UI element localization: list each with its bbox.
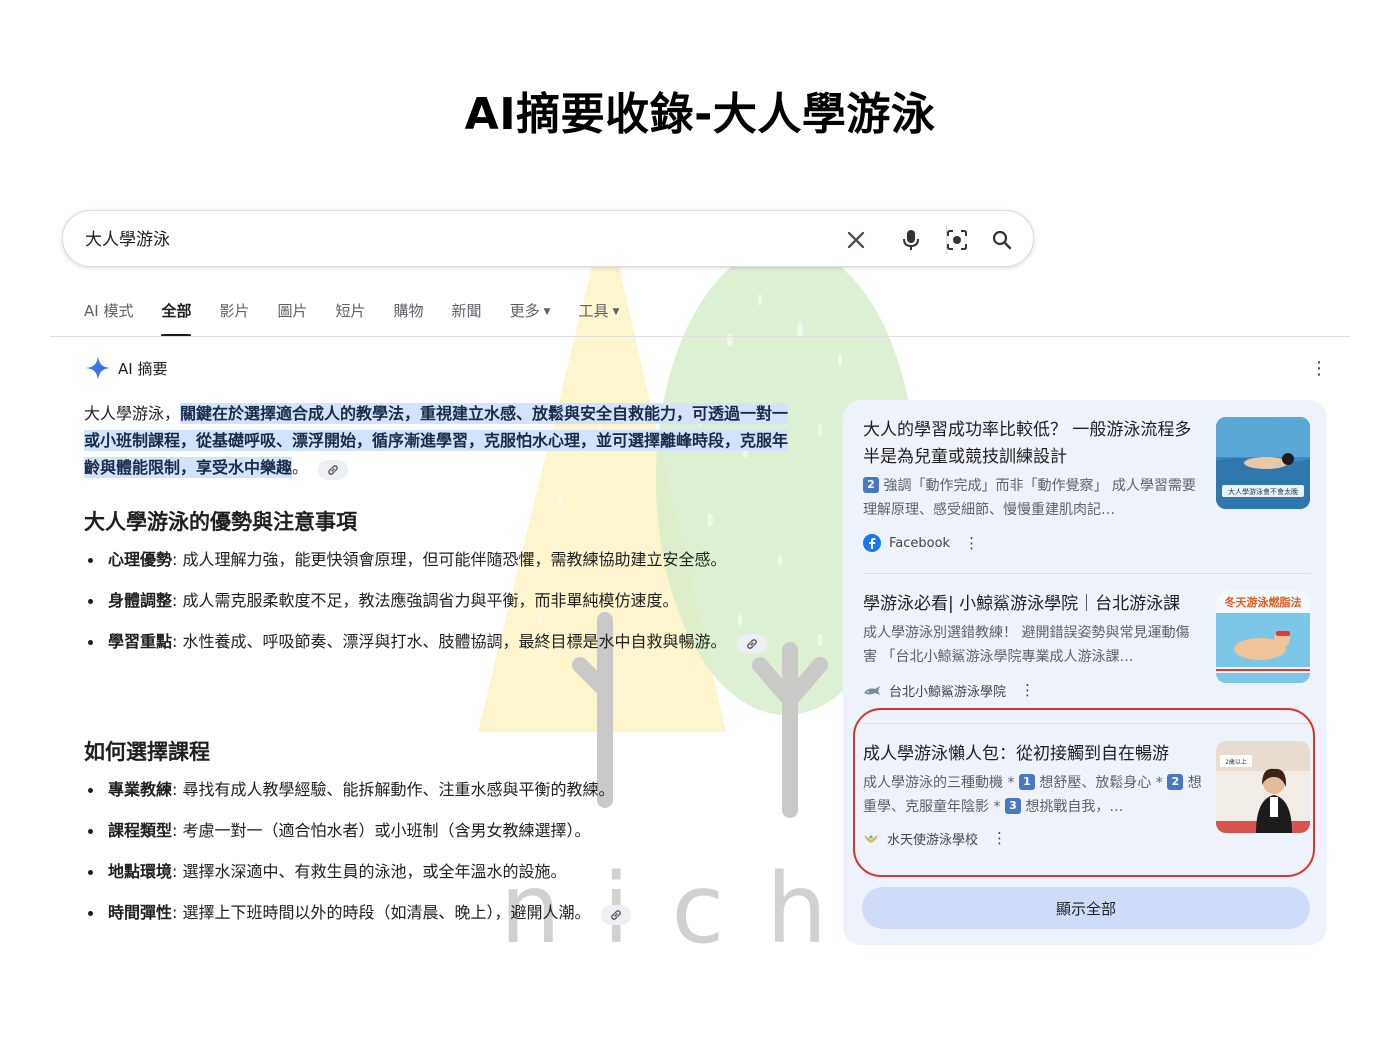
list-item-term: 心理優勢 <box>108 550 173 569</box>
source-card-snippet: 成人學游泳別選錯教練！ 避開錯誤姿勢與常見運動傷害 「台北小鯨鯊游泳學院專業成人… <box>863 625 1190 665</box>
source-thumbnail: 大人學游泳會不會太晚 <box>1216 417 1310 509</box>
source-card-title: 學游泳必看| 小鯨鯊游泳學院｜台北游泳課 <box>863 594 1181 614</box>
card-divider <box>863 573 1311 574</box>
source-name: 台北小鯨鯊游泳學院 <box>889 685 1007 700</box>
ai-overview-label: AI 摘要 <box>118 359 168 378</box>
courses-list: 專業教練: 尋找有成人教學經驗、能拆解動作、注重水感與平衡的教練。 課程類型: … <box>84 776 784 926</box>
tab-more-label: 更多 <box>509 302 540 320</box>
advantages-list: 心理優勢: 成人理解力強，能更快領會原理，但可能伴隨恐懼，需教練協助建立安全感。… <box>84 546 784 655</box>
list-item-text: : 成人需克服柔軟度不足，教法應強調省力與平衡，而非單純模仿速度。 <box>172 591 679 610</box>
summary-intro: 大人學游泳， <box>84 404 181 423</box>
list-item: 身體調整: 成人需克服柔軟度不足，教法應強調省力與平衡，而非單純模仿速度。 <box>84 587 784 614</box>
tab-more[interactable]: 更多 ▼ <box>510 300 551 340</box>
tab-news[interactable]: 新聞 <box>452 300 482 340</box>
list-item-text: : 選擇水深適中、有救生員的泳池，或全年溫水的設施。 <box>172 862 567 881</box>
list-item: 時間彈性: 選擇上下班時間以外的時段（如清晨、晚上），避開人潮。 <box>84 899 784 926</box>
show-all-button[interactable]: 顯示全部 <box>862 887 1310 929</box>
link-icon[interactable] <box>318 460 349 480</box>
source-card-source: Facebook ⋮ <box>863 534 1311 552</box>
more-options-icon[interactable]: ⋮ <box>1310 360 1328 378</box>
search-box[interactable] <box>62 210 1034 267</box>
tab-tools[interactable]: 工具 ▼ <box>579 300 620 340</box>
search-icon[interactable] <box>987 225 1017 255</box>
source-thumbnail: 冬天游泳燃脂法 <box>1216 591 1310 683</box>
list-item: 心理優勢: 成人理解力強，能更快領會原理，但可能伴隨恐懼，需教練協助建立安全感。 <box>84 546 784 573</box>
summary-end: 。 <box>292 458 309 477</box>
highlight-annotation-ring <box>853 708 1315 877</box>
microphone-icon[interactable] <box>896 225 926 255</box>
list-item-term: 課程類型 <box>108 821 173 840</box>
list-item-term: 身體調整 <box>108 591 173 610</box>
list-item-text: : 選擇上下班時間以外的時段（如清晨、晚上），避開人潮。 <box>172 903 591 922</box>
link-icon[interactable] <box>736 634 767 654</box>
source-name: Facebook <box>889 535 951 551</box>
tabs-divider <box>50 336 1350 337</box>
source-card[interactable]: 學游泳必看| 小鯨鯊游泳學院｜台北游泳課 成人學游泳別選錯教練！ 避開錯誤姿勢與… <box>863 591 1311 700</box>
ai-overview-header: AI 摘要 <box>86 356 167 380</box>
tab-shopping[interactable]: 購物 <box>394 300 424 340</box>
thumb-caption: 大人學游泳會不會太晚 <box>1228 487 1298 496</box>
ai-summary: 大人學游泳，關鍵在於選擇適合成人的教學法，重視建立水感、放鬆與安全自救能力，可透… <box>84 400 796 481</box>
list-item-term: 地點環境 <box>108 862 173 881</box>
summary-highlight: 關鍵在於選擇適合成人的教學法，重視建立水感、放鬆與安全自救能力，可透過一對一或小… <box>84 403 789 478</box>
list-item-text: : 成人理解力強，能更快領會原理，但可能伴隨恐懼，需教練協助建立安全感。 <box>172 550 727 569</box>
camera-lens-icon[interactable] <box>942 225 972 255</box>
thumb-caption: 冬天游泳燃脂法 <box>1225 595 1302 609</box>
search-tabs: AI 模式 全部 影片 圖片 短片 購物 新聞 更多 ▼ 工具 ▼ <box>84 300 647 340</box>
list-item: 學習重點: 水性養成、呼吸節奏、漂浮與打水、肢體協調，最終目標是水中自救與暢游。 <box>84 628 784 655</box>
citation-number: 2 <box>863 477 879 493</box>
sparkle-icon <box>86 356 110 380</box>
list-item: 課程類型: 考慮一對一（適合怕水者）或小班制（含男女教練選擇）。 <box>84 817 784 844</box>
list-item-term: 學習重點 <box>108 632 173 651</box>
list-item: 專業教練: 尋找有成人教學經驗、能拆解動作、注重水感與平衡的教練。 <box>84 776 784 803</box>
page-title: AI摘要收錄-大人學游泳 <box>464 89 936 140</box>
search-input[interactable] <box>85 227 785 247</box>
tab-tools-label: 工具 <box>578 302 609 320</box>
snippet-text: 強調「動作完成」而非「動作覺察」 成人學習需要理解原理、感受細節、慢慢重建肌肉記… <box>863 478 1196 518</box>
list-item: 地點環境: 選擇水深適中、有救生員的泳池，或全年溫水的設施。 <box>84 858 784 885</box>
tab-all[interactable]: 全部 <box>161 300 192 340</box>
link-icon[interactable] <box>600 905 631 925</box>
close-icon[interactable] <box>841 225 871 255</box>
chevron-down-icon: ▼ <box>543 307 551 317</box>
list-item-text: : 尋找有成人教學經驗、能拆解動作、注重水感與平衡的教練。 <box>172 780 615 799</box>
facebook-icon <box>863 534 881 552</box>
list-item-term: 時間彈性 <box>108 903 173 922</box>
chevron-down-icon: ▼ <box>612 307 620 317</box>
more-options-icon[interactable]: ⋮ <box>1020 683 1035 698</box>
whale-shark-logo-icon <box>864 685 880 695</box>
list-item-text: : 水性養成、呼吸節奏、漂浮與打水、肢體協調，最終目標是水中自救與暢游。 <box>172 632 727 651</box>
source-card-source: 台北小鯨鯊游泳學院 ⋮ <box>863 681 1311 700</box>
section-heading-advantages: 大人學游泳的優勢與注意事項 <box>84 510 357 534</box>
list-item-text: : 考慮一對一（適合怕水者）或小班制（含男女教練選擇）。 <box>172 821 591 840</box>
source-card[interactable]: 大人的學習成功率比較低？ 一般游泳流程多半是為兒童或競技訓練設計 2 強調「動作… <box>863 417 1311 552</box>
tab-shorts[interactable]: 短片 <box>336 300 366 340</box>
source-card-snippet: 2 強調「動作完成」而非「動作覺察」 成人學習需要理解原理、感受細節、慢慢重建肌… <box>863 474 1203 522</box>
tab-ai-mode[interactable]: AI 模式 <box>84 300 133 340</box>
tab-videos[interactable]: 影片 <box>219 300 249 340</box>
section-heading-courses: 如何選擇課程 <box>84 740 210 764</box>
more-options-icon[interactable]: ⋮ <box>964 535 979 551</box>
source-card-title: 大人的學習成功率比較低？ 一般游泳流程多半是為兒童或競技訓練設計 <box>863 420 1192 467</box>
list-item-term: 專業教練 <box>108 780 173 799</box>
tab-images[interactable]: 圖片 <box>278 300 308 340</box>
